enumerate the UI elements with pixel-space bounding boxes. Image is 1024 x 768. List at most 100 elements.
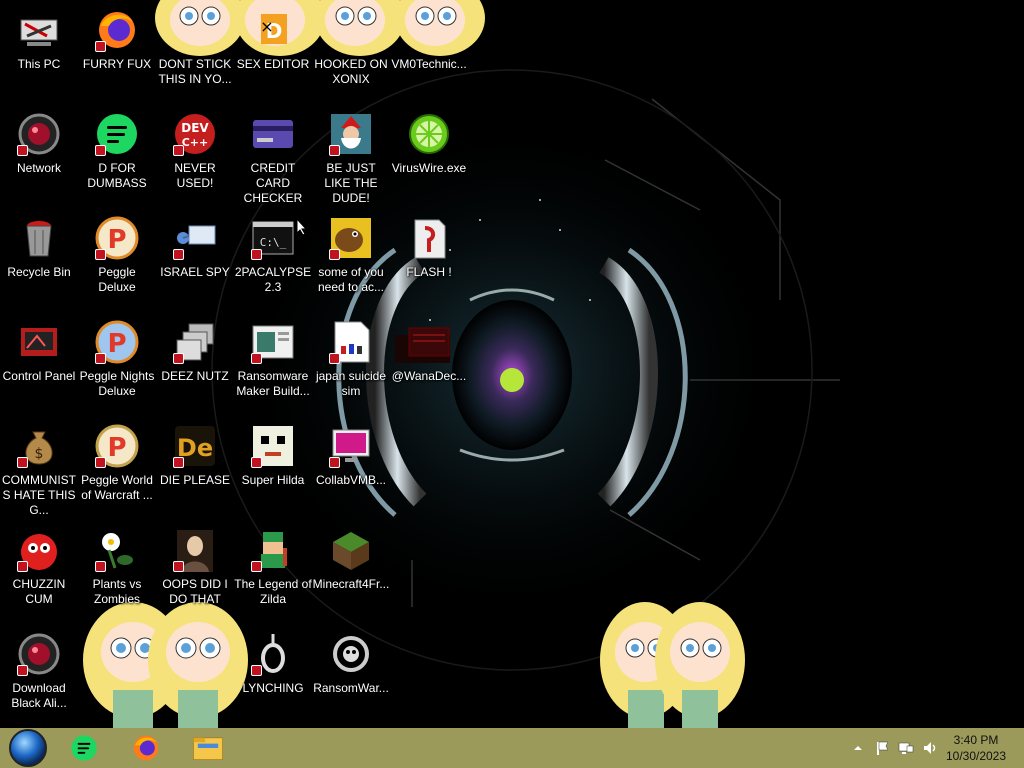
desktop-icon-credit-card[interactable]: CREDIT CARD CHECKER bbox=[234, 104, 312, 208]
icon-label: some of you need to ac... bbox=[317, 265, 385, 294]
flower-icon bbox=[93, 526, 141, 574]
stacked-windows-icon bbox=[171, 318, 219, 366]
desktop-icon-sex-editor[interactable]: D × SEX EDITOR bbox=[234, 0, 312, 104]
spotify-icon bbox=[71, 735, 97, 761]
desktop-icon-deez-nutz[interactable]: DEEZ NUTZ bbox=[156, 312, 234, 416]
lime-icon bbox=[405, 110, 453, 158]
desktop-icon-minecraft[interactable]: Minecraft4Fr... bbox=[312, 520, 390, 624]
desktop-icon-japan-suicide-sim[interactable]: japan suicide sim bbox=[312, 312, 390, 416]
desktop-icon-network[interactable]: Network bbox=[0, 104, 78, 208]
desktop-icon-communists[interactable]: $ COMMUNISTS HATE THIS G... bbox=[0, 416, 78, 520]
icon-label: Network bbox=[16, 161, 61, 175]
desktop-icon-ransomwar[interactable]: RansomWar... bbox=[312, 624, 390, 728]
svg-text:P: P bbox=[107, 329, 126, 359]
chuzzle-icon bbox=[15, 526, 63, 574]
cartoon-girl-icon bbox=[327, 6, 375, 54]
desktop-icon-flash[interactable]: FLASH ! bbox=[390, 208, 468, 312]
flag-icon[interactable] bbox=[874, 740, 890, 756]
icon-label: NEVER USED! bbox=[174, 161, 216, 190]
svg-text:P: P bbox=[107, 433, 126, 463]
svg-text:×: × bbox=[260, 17, 273, 36]
taskbar-clock[interactable]: 3:40 PM 10/30/2023 bbox=[940, 732, 1012, 764]
cartoon-girl-icon bbox=[171, 6, 219, 54]
icon-label: This PC bbox=[17, 57, 61, 71]
firefox-icon bbox=[93, 6, 141, 54]
taskbar-firefox-button[interactable] bbox=[118, 730, 174, 766]
desktop-icon-chuzzin[interactable]: CHUZZIN CUM bbox=[0, 520, 78, 624]
desktop-icon-legend-zilda[interactable]: The Legend of Zilda bbox=[234, 520, 312, 624]
monitor-icon bbox=[327, 422, 375, 470]
taskbar-spotify-button[interactable] bbox=[56, 730, 112, 766]
desktop-icon-plants-vs-zombies[interactable]: Plants vs Zombies bbox=[78, 520, 156, 624]
dog-icon bbox=[327, 214, 375, 262]
icon-label: Ransomware Maker Build... bbox=[236, 369, 310, 398]
icon-label: Download Black Ali... bbox=[11, 681, 67, 710]
svg-text:P: P bbox=[107, 225, 126, 255]
cartoon-girl-sticker bbox=[600, 602, 745, 728]
icon-label: Minecraft4Fr... bbox=[312, 577, 390, 591]
desktop: This PC Network Recycle Bin Control Pane… bbox=[0, 0, 1024, 728]
mouse-cursor bbox=[296, 218, 308, 236]
desktop-icon-hooked-on-xonix[interactable]: HOOKED ON XONIX bbox=[312, 0, 390, 104]
clock-time: 3:40 PM bbox=[953, 733, 999, 747]
peggle-icon: P bbox=[93, 422, 141, 470]
recycle-bin-icon bbox=[15, 214, 63, 262]
desktop-icon-never-used[interactable]: DEV C++ NEVER USED! bbox=[156, 104, 234, 208]
icon-label: CollabVMB... bbox=[315, 473, 387, 487]
icon-label: VM0Technic... bbox=[391, 57, 467, 71]
start-orb-icon bbox=[9, 729, 47, 767]
network-tray-icon[interactable] bbox=[898, 740, 914, 756]
desktop-icon-peggle-deluxe[interactable]: P Peggle Deluxe bbox=[78, 208, 156, 312]
spotify-icon bbox=[93, 110, 141, 158]
desktop-icon-wanadec[interactable]: @WanaDec... bbox=[390, 312, 468, 416]
desktop-icon-dont-stick[interactable]: DONT STICK THIS IN YO... bbox=[156, 0, 234, 104]
desktop-icon-d-for-dumbass[interactable]: D FOR DUMBASS bbox=[78, 104, 156, 208]
firefox-icon bbox=[133, 735, 159, 761]
desktop-icon-ransomware-maker[interactable]: Ransomware Maker Build... bbox=[234, 312, 312, 416]
peggle-icon: P bbox=[93, 214, 141, 262]
die-icon: De bbox=[171, 422, 219, 470]
desktop-icon-download-black[interactable]: Download Black Ali... bbox=[0, 624, 78, 728]
icon-label: OOPS DID I DO THAT bbox=[162, 577, 228, 606]
icon-label: SEX EDITOR bbox=[236, 57, 310, 71]
desktop-icon-israel-spy[interactable]: ISRAEL SPY bbox=[156, 208, 234, 312]
desktop-icon-peggle-wow[interactable]: P Peggle World of Warcraft ... bbox=[78, 416, 156, 520]
desktop-icon-super-hilda[interactable]: Super Hilda bbox=[234, 416, 312, 520]
icon-label: FLASH ! bbox=[406, 265, 452, 279]
desktop-icon-furry-fux[interactable]: FURRY FUX bbox=[78, 0, 156, 104]
network-spy-icon bbox=[171, 214, 219, 262]
icon-label: ISRAEL SPY bbox=[160, 265, 230, 279]
desktop-icon-viruswire[interactable]: VirusWire.exe bbox=[390, 104, 468, 208]
terminal-icon: C:\_ bbox=[249, 214, 297, 262]
desktop-icon-recycle-bin[interactable]: Recycle Bin bbox=[0, 208, 78, 312]
desktop-icon-this-pc[interactable]: This PC bbox=[0, 0, 78, 104]
desktop-icon-control-panel[interactable]: Control Panel bbox=[0, 312, 78, 416]
taskbar: 3:40 PM 10/30/2023 bbox=[0, 728, 1024, 768]
icon-label: japan suicide sim bbox=[315, 369, 387, 398]
volume-icon[interactable] bbox=[922, 740, 938, 756]
icon-label: BE JUST LIKE THE DUDE! bbox=[324, 161, 378, 205]
desktop-icon-die-please[interactable]: De DIE PLEASE bbox=[156, 416, 234, 520]
desktop-icon-lynching[interactable]: LYNCHING bbox=[234, 624, 312, 728]
desktop-icon-oops[interactable]: OOPS DID I DO THAT bbox=[156, 520, 234, 624]
control-panel-icon bbox=[15, 318, 63, 366]
icon-label: HOOKED ON XONIX bbox=[314, 57, 388, 86]
show-hidden-icons-icon[interactable] bbox=[850, 740, 866, 756]
start-button[interactable] bbox=[0, 729, 56, 767]
credit-card-icon bbox=[249, 110, 297, 158]
desktop-icon-peggle-nights[interactable]: P Peggle Nights Deluxe bbox=[78, 312, 156, 416]
desktop-icon-collabvm[interactable]: CollabVMB... bbox=[312, 416, 390, 520]
desktop-icon-vm0technic[interactable]: VM0Technic... bbox=[390, 0, 468, 104]
svg-text:C++: C++ bbox=[182, 136, 209, 149]
icon-label: The Legend of Zilda bbox=[234, 577, 312, 606]
taskbar-file-explorer-button[interactable] bbox=[180, 730, 236, 766]
icon-label: Peggle World of Warcraft ... bbox=[81, 473, 153, 502]
icon-label: Peggle Nights Deluxe bbox=[79, 369, 155, 398]
icon-label: CREDIT CARD CHECKER bbox=[243, 161, 303, 205]
cartoon-girl-icon bbox=[405, 6, 453, 54]
network-icon bbox=[15, 110, 63, 158]
desktop-icon-some-of-you[interactable]: some of you need to ac... bbox=[312, 208, 390, 312]
icon-label: COMMUNISTS HATE THIS G... bbox=[2, 473, 76, 517]
grass-block-icon bbox=[327, 526, 375, 574]
desktop-icon-be-just-like-the-dude[interactable]: BE JUST LIKE THE DUDE! bbox=[312, 104, 390, 208]
